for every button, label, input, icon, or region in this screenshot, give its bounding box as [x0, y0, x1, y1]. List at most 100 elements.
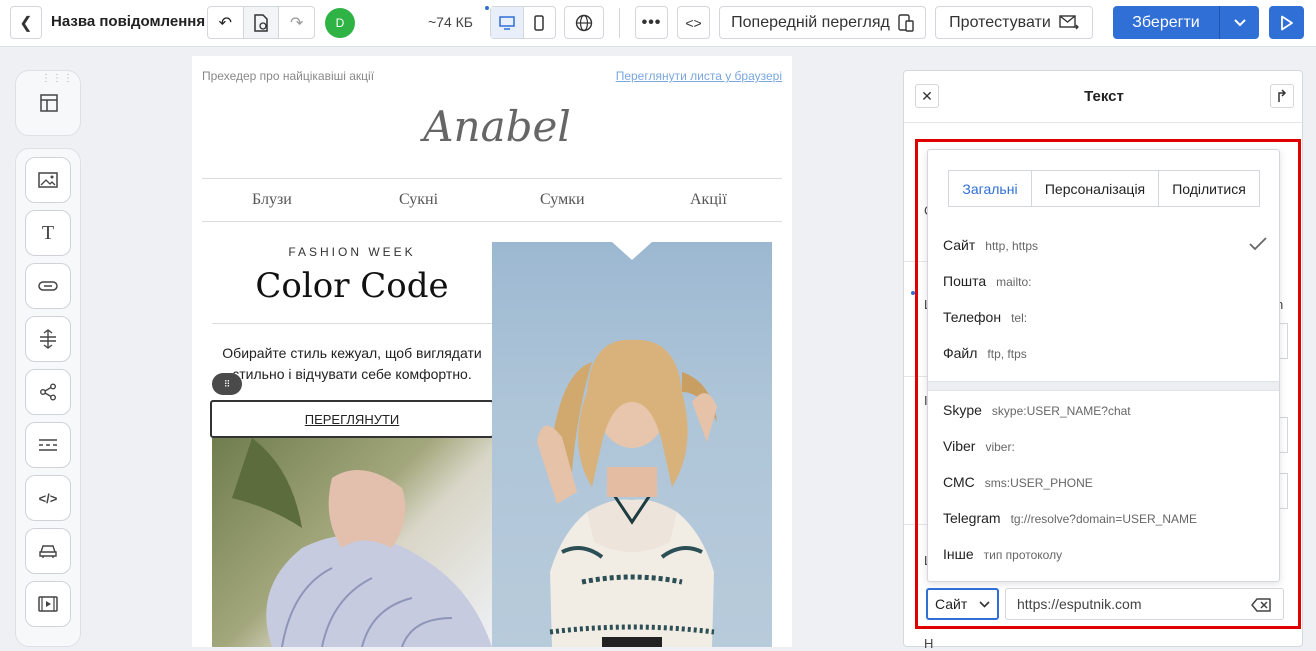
preview-button[interactable]: Попередній перегляд	[719, 6, 926, 39]
check-icon	[1249, 237, 1267, 251]
protocol-prefix: тип протоколу	[983, 548, 1063, 562]
tab-general[interactable]: Загальні	[949, 171, 1032, 206]
fashion-image-left[interactable]	[212, 438, 492, 647]
email-canvas[interactable]: Прехедер про найцікавіші акції Перегляну…	[192, 56, 792, 647]
undo-icon: ↶	[218, 14, 233, 32]
fashion-image-right[interactable]	[492, 242, 772, 647]
avatar-letter: D	[335, 16, 345, 30]
mobile-view-button[interactable]	[524, 7, 556, 38]
protocol-name: Telegram	[943, 510, 1001, 526]
text-icon: T	[41, 221, 55, 244]
preview-label: Попередній перегляд	[731, 13, 890, 31]
protocol-option[interactable]: Skype skype:USER_NAME?chat	[943, 402, 1131, 418]
url-input[interactable]: https://esputnik.com	[1005, 588, 1284, 620]
spacer-block-button[interactable]	[25, 316, 71, 362]
undo-button[interactable]: ↶	[208, 7, 244, 38]
nav-item[interactable]: Акції	[690, 191, 727, 209]
avatar[interactable]: D	[325, 8, 355, 38]
protocol-option[interactable]: Інше тип протоколу	[943, 546, 1062, 562]
protocol-option[interactable]: Telegram tg://resolve?domain=USER_NAME	[943, 510, 1197, 526]
url-value: https://esputnik.com	[1017, 596, 1142, 612]
nav-item[interactable]: Блузи	[252, 191, 292, 209]
version-icon	[254, 13, 268, 32]
code-block-icon: </>	[38, 490, 58, 506]
test-label: Протестувати	[949, 13, 1051, 31]
play-icon	[1280, 15, 1293, 30]
more-icon: •••	[641, 13, 662, 31]
menu-block-button[interactable]	[25, 422, 71, 468]
protocol-name: Інше	[943, 546, 974, 562]
save-label: Зберегти	[1132, 13, 1200, 31]
protocol-option[interactable]: СМС sms:USER_PHONE	[943, 474, 1093, 490]
tab-label: Персоналізація	[1044, 180, 1146, 197]
kicker[interactable]: FASHION WEEK	[212, 245, 492, 259]
banner-block-button[interactable]	[25, 528, 71, 574]
body-text[interactable]: Обирайте стиль кежуал, щоб виглядати сти…	[214, 343, 490, 385]
nav-item[interactable]: Сумки	[540, 191, 585, 209]
social-block-button[interactable]	[25, 369, 71, 415]
protocol-name: Сайт	[943, 237, 976, 253]
test-button[interactable]: Протестувати	[935, 6, 1093, 39]
protocol-option[interactable]: Пошта mailto:	[943, 273, 1031, 289]
desktop-view-button[interactable]	[491, 7, 524, 38]
logo[interactable]: Anabel	[192, 102, 792, 151]
tab-share[interactable]: Поділитися	[1159, 171, 1259, 206]
button-icon	[38, 281, 58, 291]
protocol-select[interactable]: Сайт	[926, 588, 999, 620]
top-bar: ❮ Назва повідомлення ↶ ↷ D ~74 КБ ••• <>…	[0, 0, 1316, 47]
device-toggle	[490, 6, 556, 39]
save-button[interactable]: Зберегти	[1113, 6, 1220, 39]
protocol-name: СМС	[943, 474, 975, 490]
protocol-prefix: tel:	[1011, 311, 1028, 325]
more-actions-button[interactable]: •••	[635, 6, 668, 39]
toolbar-divider	[619, 8, 620, 38]
menu-icon	[39, 439, 57, 451]
protocol-name: Viber	[943, 438, 976, 454]
structures-button[interactable]	[37, 91, 61, 115]
save-options-button[interactable]	[1220, 6, 1259, 39]
protocol-prefix: skype:USER_NAME?chat	[991, 404, 1131, 418]
protocol-option[interactable]: Файл ftp, ftps	[943, 345, 1027, 361]
code-view-button[interactable]: <>	[677, 6, 710, 39]
protocol-option[interactable]: Сайт http, https	[943, 237, 1263, 253]
version-history-button[interactable]	[243, 7, 280, 38]
message-name[interactable]: Назва повідомлення	[51, 13, 205, 30]
preview-icon	[898, 13, 914, 32]
tab-label: Поділитися	[1172, 180, 1246, 197]
nav-item[interactable]: Сукні	[399, 191, 438, 209]
protocol-name: Пошта	[943, 273, 987, 289]
back-icon: ❮	[19, 14, 33, 32]
language-button[interactable]	[564, 6, 604, 39]
image-block-button[interactable]	[25, 157, 71, 203]
back-button[interactable]: ❮	[10, 6, 42, 39]
panel-collapse-button[interactable]	[1270, 84, 1294, 108]
block-drag-handle[interactable]: ⠿	[212, 373, 242, 395]
text-block-button[interactable]: T	[25, 210, 71, 256]
shirt-illustration	[232, 438, 492, 647]
video-block-button[interactable]	[25, 581, 71, 627]
protocol-option[interactable]: Viber viber:	[943, 438, 1015, 454]
protocol-prefix: sms:USER_PHONE	[984, 476, 1093, 490]
drag-handle-icon[interactable]: ⋮⋮⋮	[41, 73, 74, 84]
button-block-button[interactable]	[25, 263, 71, 309]
preheader-text[interactable]: Прехедер про найцікавіші акції	[202, 69, 374, 83]
protocol-dropdown[interactable]: Загальні Персоналізація Поділитися Сайт …	[927, 149, 1280, 582]
blocks-toolbar: T </>	[15, 148, 81, 647]
cta-label: ПЕРЕГЛЯНУТИ	[304, 411, 400, 427]
headline[interactable]: Color Code	[212, 266, 492, 306]
panel-header-divider	[904, 122, 1302, 123]
send-icon	[1059, 15, 1079, 30]
protocol-prefix: viber:	[985, 440, 1015, 454]
settings-panel: ✕ Текст C L n I L Н Загальні Персоналіза…	[903, 70, 1303, 651]
protocol-option[interactable]: Телефон tel:	[943, 309, 1027, 325]
send-campaign-button[interactable]	[1269, 6, 1304, 39]
video-icon	[38, 596, 58, 612]
view-in-browser-link[interactable]: Переглянути листа у браузері	[616, 69, 782, 83]
redo-button[interactable]: ↷	[279, 7, 314, 38]
html-block-button[interactable]: </>	[25, 475, 71, 521]
cta-button[interactable]: ПЕРЕГЛЯНУТИ	[210, 400, 494, 438]
tab-personalization[interactable]: Персоналізація	[1032, 171, 1159, 206]
protocol-prefix: http, https	[985, 239, 1038, 253]
clear-icon[interactable]	[1251, 598, 1271, 612]
protocol-prefix: ftp, ftps	[987, 347, 1027, 361]
